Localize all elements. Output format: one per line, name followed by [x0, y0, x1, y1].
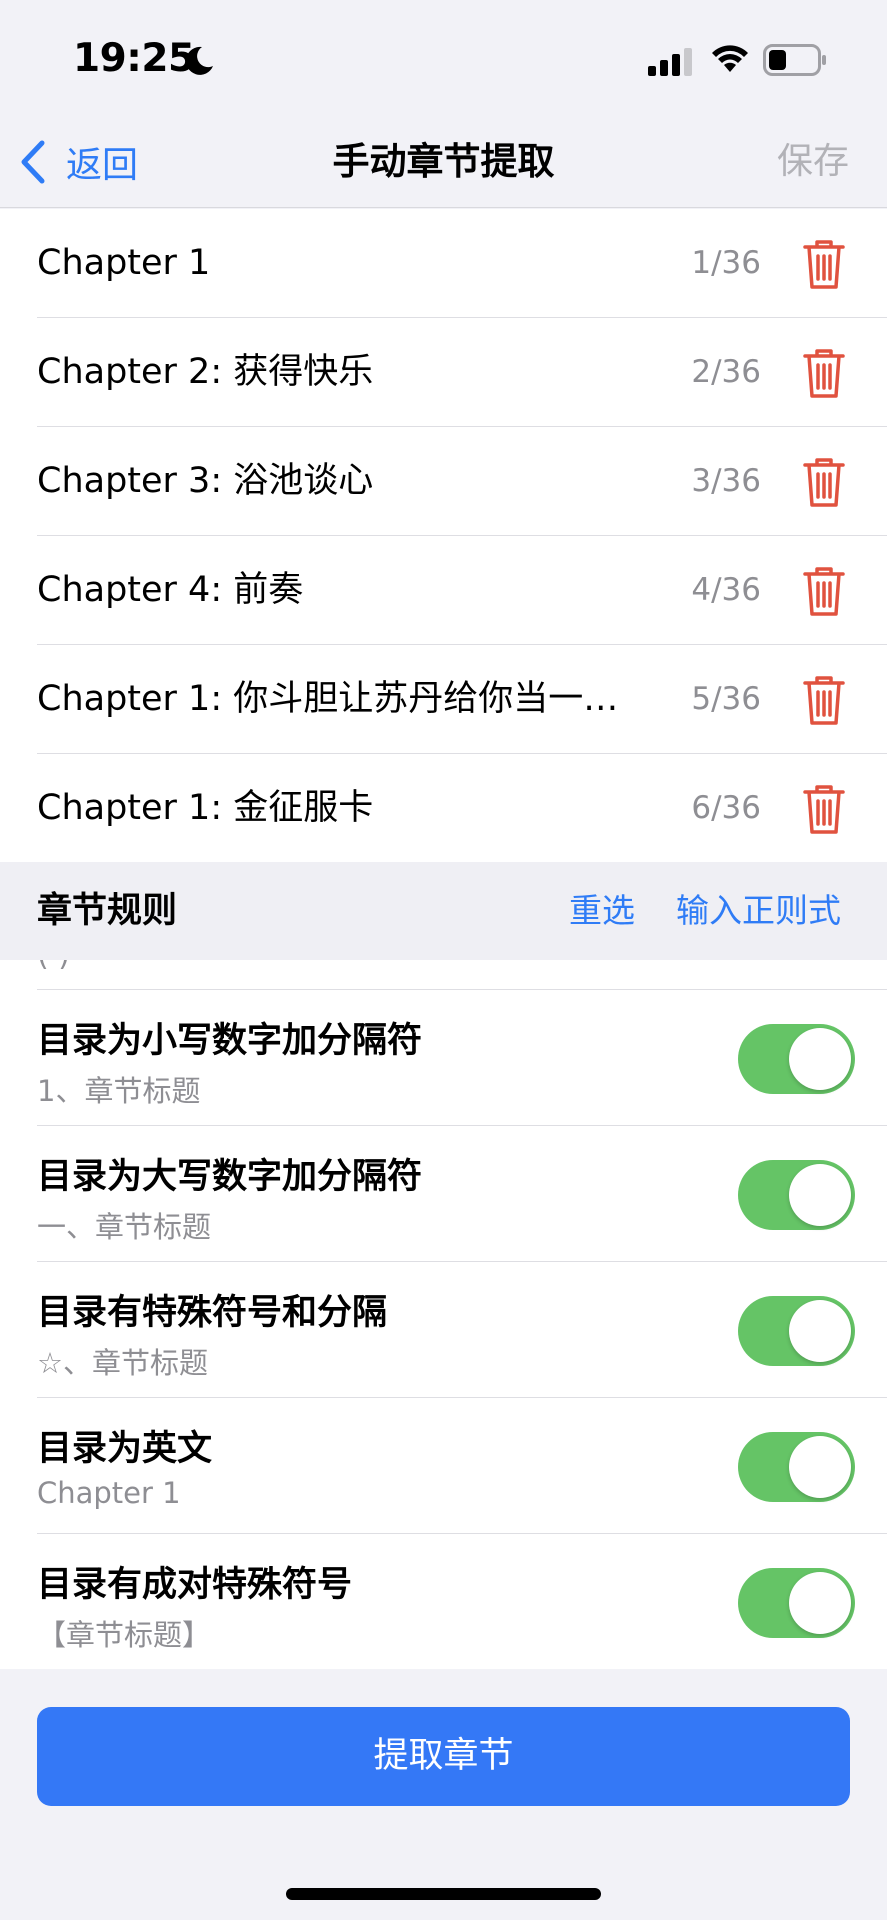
- input-regex-button[interactable]: 输入正则式: [676, 862, 841, 960]
- toggle-knob: [789, 1164, 851, 1226]
- chapter-row[interactable]: Chapter 1 1/36: [37, 209, 887, 318]
- rule-toggle[interactable]: [738, 1024, 855, 1094]
- rule-toggle[interactable]: [738, 1568, 855, 1638]
- home-indicator: [286, 1888, 601, 1900]
- toggle-knob: [789, 1300, 851, 1362]
- chapter-row[interactable]: Chapter 4: 前奏 4/36: [37, 536, 887, 645]
- toggle-knob: [789, 1028, 851, 1090]
- trash-icon[interactable]: [799, 455, 849, 509]
- chapter-row[interactable]: Chapter 1: 金征服卡 6/36: [37, 754, 887, 863]
- chapter-index: 5/36: [691, 681, 761, 717]
- chapter-title: Chapter 1: 你斗胆让苏丹给你当一…: [37, 679, 619, 719]
- rule-example: 【章节标题】: [37, 1618, 212, 1652]
- rule-example: 1、章节标题: [37, 1074, 201, 1108]
- rule-example: Chapter 1: [37, 1476, 181, 1510]
- save-button[interactable]: 保存: [777, 132, 849, 192]
- rule-toggle[interactable]: [738, 1296, 855, 1366]
- rule-example: ☆、章节标题: [37, 1346, 208, 1380]
- rules-header: 章节规则 重选 输入正则式: [0, 862, 887, 960]
- chapter-title: Chapter 3: 浴池谈心: [37, 461, 374, 501]
- rule-row: 目录为大写数字加分隔符 一、章节标题: [37, 1126, 887, 1262]
- rule-example: 一、章节标题: [37, 1210, 212, 1244]
- toggle-knob: [789, 1436, 851, 1498]
- navigation-bar: 返回 手动章节提取 保存: [0, 118, 887, 208]
- chapter-row[interactable]: Chapter 3: 浴池谈心 3/36: [37, 427, 887, 536]
- trash-icon[interactable]: [799, 564, 849, 618]
- moon-icon: [185, 46, 213, 75]
- chapter-title: Chapter 1: [37, 243, 211, 283]
- wifi-icon: [712, 45, 748, 72]
- chapter-index: 6/36: [691, 790, 761, 826]
- rules-section-title: 章节规则: [37, 891, 178, 931]
- rule-title: 目录为英文: [37, 1429, 213, 1469]
- chapter-title: Chapter 4: 前奏: [37, 570, 304, 610]
- reselect-button[interactable]: 重选: [569, 862, 635, 960]
- rule-toggle[interactable]: [738, 1432, 855, 1502]
- trash-icon[interactable]: [799, 782, 849, 836]
- chapter-row[interactable]: Chapter 1: 你斗胆让苏丹给你当一… 5/36: [37, 645, 887, 754]
- trash-icon[interactable]: [799, 673, 849, 727]
- rules-list: ( ) 目录为小写数字加分隔符 1、章节标题 目录为大写数字加分隔符 一、章节标…: [0, 960, 887, 1669]
- trash-icon[interactable]: [799, 237, 849, 291]
- cellular-signal-icon: [648, 48, 692, 76]
- page-title: 手动章节提取: [332, 140, 555, 183]
- chapter-title: Chapter 1: 金征服卡: [37, 788, 374, 828]
- rule-row: 目录为小写数字加分隔符 1、章节标题: [37, 990, 887, 1126]
- rule-title: 目录为大写数字加分隔符: [37, 1157, 423, 1197]
- rule-title: 目录为小写数字加分隔符: [37, 1021, 423, 1061]
- chapter-row[interactable]: Chapter 2: 获得快乐 2/36: [37, 318, 887, 427]
- chapter-index: 2/36: [691, 354, 761, 390]
- trash-icon[interactable]: [799, 346, 849, 400]
- chapter-index: 3/36: [691, 463, 761, 499]
- chapter-list: Chapter 1 1/36 Chapter 2: 获得快乐 2/36 Chap…: [0, 209, 887, 863]
- extract-chapters-button[interactable]: 提取章节: [37, 1707, 850, 1806]
- status-time: 19:25: [73, 36, 195, 81]
- toggle-knob: [789, 1572, 851, 1634]
- rule-title: 目录有特殊符号和分隔: [37, 1293, 388, 1333]
- chapter-index: 4/36: [691, 572, 761, 608]
- status-bar: 19:25: [0, 0, 887, 118]
- rule-row: 目录有成对特殊符号 【章节标题】: [37, 1534, 887, 1669]
- rule-row: 目录为英文 Chapter 1: [37, 1398, 887, 1534]
- chapter-index: 1/36: [691, 245, 761, 281]
- chapter-title: Chapter 2: 获得快乐: [37, 352, 374, 392]
- rule-row: 目录有特殊符号和分隔 ☆、章节标题: [37, 1262, 887, 1398]
- rule-toggle[interactable]: [738, 1160, 855, 1230]
- battery-icon: [763, 44, 826, 76]
- rule-partial-row: ( ): [37, 960, 70, 973]
- rule-title: 目录有成对特殊符号: [37, 1565, 353, 1605]
